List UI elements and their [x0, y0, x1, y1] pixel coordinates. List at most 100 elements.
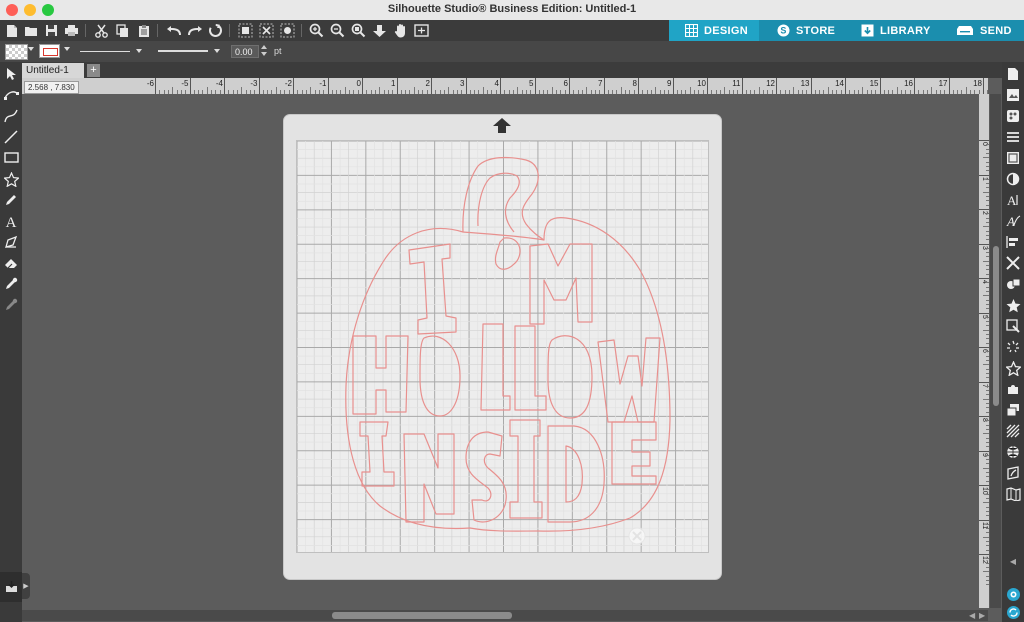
select-arrow-icon[interactable]	[3, 66, 19, 82]
scroll-left-arrow[interactable]: ◀	[969, 611, 975, 620]
rhinestone-icon[interactable]	[1005, 423, 1021, 439]
ruler-major-tick	[155, 78, 156, 94]
horizontal-scrollbar-thumb[interactable]	[332, 612, 512, 619]
ruler-major-tick	[979, 174, 989, 176]
line-width-input[interactable]: 0.00	[231, 45, 259, 58]
tab-design[interactable]: DESIGN	[669, 20, 759, 41]
line-style-selector[interactable]	[78, 44, 144, 58]
group-icon[interactable]	[237, 22, 254, 39]
line-width-stepper[interactable]	[261, 44, 268, 58]
preview-icon[interactable]	[1005, 87, 1021, 103]
transparency-icon[interactable]	[1005, 171, 1021, 187]
open-folder-icon[interactable]	[23, 22, 40, 39]
pan-hand-icon[interactable]	[392, 22, 409, 39]
favorites-star-icon[interactable]	[1005, 360, 1021, 376]
text-style-icon[interactable]: A	[1005, 192, 1021, 208]
replicate-icon[interactable]	[1005, 255, 1021, 271]
tab-send[interactable]: SEND	[942, 20, 1024, 41]
sketch-icon[interactable]	[1005, 339, 1021, 355]
nesting-globe-icon[interactable]	[1005, 444, 1021, 460]
rectangle-tool-icon[interactable]	[3, 150, 19, 166]
pencil-icon[interactable]	[3, 192, 19, 208]
fill-color-swatch[interactable]	[5, 44, 28, 60]
redo-icon[interactable]	[186, 22, 203, 39]
ruler-minor-tick	[986, 459, 989, 461]
point-edit-icon[interactable]	[3, 87, 19, 103]
vertical-scrollbar-thumb[interactable]	[993, 246, 999, 406]
ruler-major-tick	[810, 78, 812, 94]
save-icon[interactable]	[43, 22, 60, 39]
move-down-icon[interactable]	[371, 22, 388, 39]
ruler-minor-tick	[986, 321, 989, 323]
ruler-minor-tick	[642, 90, 644, 94]
redraw-icon[interactable]	[207, 22, 224, 39]
page-setup-icon[interactable]	[1005, 66, 1021, 82]
print-icon[interactable]	[63, 22, 80, 39]
trace-icon[interactable]	[1005, 318, 1021, 334]
new-file-icon[interactable]	[3, 22, 20, 39]
ruler-minor-tick	[986, 351, 989, 353]
zoom-out-icon[interactable]	[329, 22, 346, 39]
ruler-minor-tick	[556, 90, 558, 94]
fill-panel-icon[interactable]	[1005, 150, 1021, 166]
ruler-tick-label: -4	[215, 79, 223, 88]
ruler-minor-tick	[625, 90, 627, 94]
line-tool-icon[interactable]	[3, 129, 19, 145]
modify-icon[interactable]	[1005, 276, 1021, 292]
line-color-swatch[interactable]	[39, 44, 60, 58]
emboss-icon[interactable]	[1005, 465, 1021, 481]
compound-path-icon[interactable]	[279, 22, 296, 39]
ruler-minor-tick	[986, 385, 989, 387]
ruler-major-tick	[979, 416, 989, 417]
expand-panel-handle[interactable]: ▶	[22, 573, 30, 599]
ruler-major-tick	[362, 78, 363, 94]
map-icon[interactable]	[1005, 486, 1021, 502]
line-color-dropdown-icon[interactable]	[64, 47, 70, 51]
puzzle-icon[interactable]	[1005, 381, 1021, 397]
line-weight-selector[interactable]	[156, 44, 222, 58]
layers-icon[interactable]	[1005, 402, 1021, 418]
cutting-grid[interactable]	[296, 140, 709, 553]
ruler-minor-tick	[806, 90, 808, 94]
paste-icon[interactable]	[135, 22, 152, 39]
palette-icon[interactable]	[1005, 108, 1021, 124]
add-page-icon[interactable]	[413, 22, 430, 39]
line-style-icon[interactable]	[1005, 129, 1021, 145]
bezier-icon[interactable]	[3, 108, 19, 124]
ruler-minor-tick	[784, 90, 786, 94]
star-shape-icon[interactable]	[3, 171, 19, 187]
ruler-minor-tick	[883, 90, 885, 94]
document-tab[interactable]: Untitled-1	[22, 63, 84, 78]
settings-gear-icon[interactable]	[1005, 586, 1021, 602]
ruler-minor-tick	[986, 213, 989, 215]
text-to-path-icon[interactable]: A	[1005, 213, 1021, 229]
ruler-minor-tick	[599, 90, 601, 94]
copy-icon[interactable]	[114, 22, 131, 39]
eyedropper-icon[interactable]	[3, 276, 19, 292]
collapse-arrow-icon[interactable]: ◀	[1005, 553, 1021, 569]
ruler-minor-tick	[392, 90, 394, 94]
undo-icon[interactable]	[165, 22, 182, 39]
fill-dropdown-icon[interactable]	[28, 47, 34, 51]
ruler-minor-tick	[986, 334, 989, 336]
zoom-to-fit-icon[interactable]	[350, 22, 367, 39]
tab-library[interactable]: LIBRARY	[844, 20, 942, 41]
ruler-minor-tick	[840, 90, 842, 94]
zoom-in-icon[interactable]	[308, 22, 325, 39]
ungroup-icon[interactable]	[258, 22, 275, 39]
add-document-tab-button[interactable]: +	[87, 64, 100, 77]
ruler-minor-tick	[659, 90, 661, 94]
tab-store[interactable]: S STORE	[759, 20, 844, 41]
knife-icon[interactable]	[3, 234, 19, 250]
cut-icon[interactable]	[93, 22, 110, 39]
offset-star-icon[interactable]	[1005, 297, 1021, 313]
ruler-minor-tick	[983, 571, 989, 573]
scroll-right-arrow[interactable]: ▶	[979, 611, 985, 620]
sync-icon[interactable]	[1005, 604, 1021, 620]
align-icon[interactable]	[1005, 234, 1021, 250]
ruler-tick-label: 2	[425, 79, 430, 88]
eraser-icon[interactable]	[3, 255, 19, 271]
svg-text:S: S	[780, 26, 786, 36]
text-tool-icon[interactable]: A	[3, 213, 19, 229]
library-panel-button[interactable]	[0, 572, 22, 602]
